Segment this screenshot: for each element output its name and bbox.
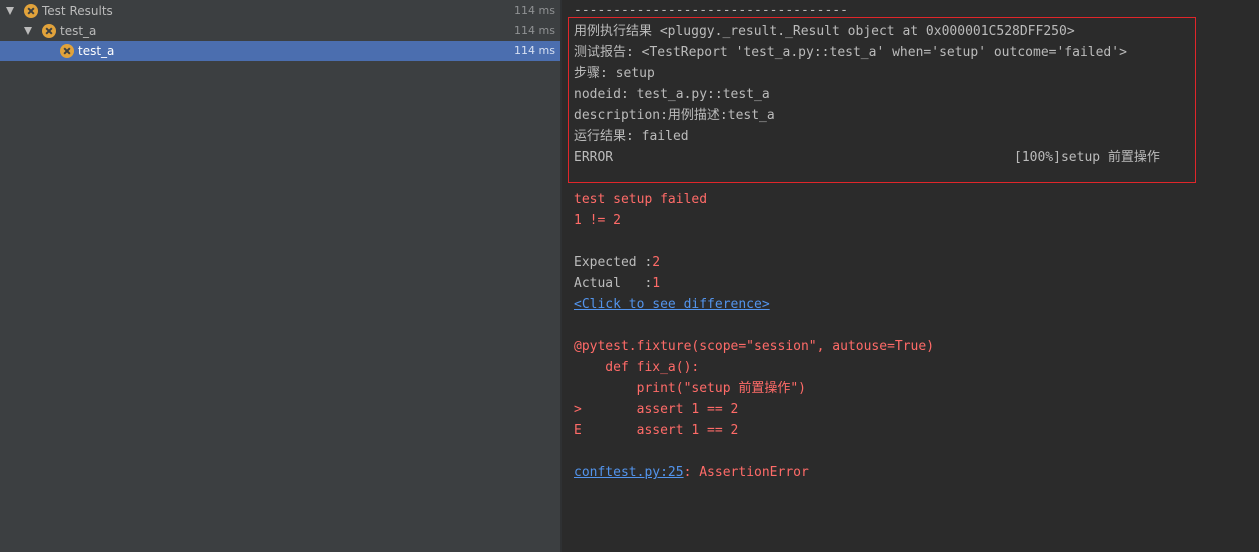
- code-line: print("setup 前置操作"): [574, 381, 807, 396]
- report-line: description:用例描述:test_a: [574, 108, 775, 123]
- test-tree-panel: Test Results 114 ms test_a 114 ms test_a…: [0, 0, 560, 552]
- actual-line: Actual :1: [574, 273, 660, 294]
- report-line: 测试报告: <TestReport 'test_a.py::test_a' wh…: [574, 45, 1127, 60]
- actual-value: 1: [652, 276, 661, 291]
- test-failed-icon: [60, 44, 74, 58]
- tree-label: test_a: [78, 44, 115, 58]
- tree-label: test_a: [60, 24, 97, 38]
- tree-row-test-results[interactable]: Test Results 114 ms: [0, 1, 560, 21]
- exception-type: : AssertionError: [683, 465, 809, 480]
- console-output: ----------------------------------- 用例执行…: [562, 0, 1259, 552]
- tree-duration: 114 ms: [514, 24, 555, 37]
- tree-row-test-a-case[interactable]: test_a 114 ms: [0, 41, 560, 61]
- error-label: ERROR: [574, 150, 614, 165]
- failure-title: test setup failed: [574, 192, 708, 207]
- compare-line: 1 != 2: [574, 213, 621, 228]
- code-line: > assert 1 == 2: [574, 402, 739, 417]
- report-line: 步骤: setup: [574, 66, 655, 81]
- expected-value: 2: [652, 255, 661, 270]
- report-line: 运行结果: failed: [574, 129, 689, 144]
- code-line: @pytest.fixture(scope="session", autouse…: [574, 339, 935, 354]
- expand-arrow-icon[interactable]: [24, 27, 32, 35]
- diff-link[interactable]: <Click to see difference>: [574, 294, 770, 315]
- expand-arrow-icon[interactable]: [6, 7, 14, 15]
- tree-label: Test Results: [42, 4, 113, 18]
- expected-label: Expected :: [574, 255, 653, 270]
- tree-row-test-a-file[interactable]: test_a 114 ms: [0, 21, 560, 41]
- file-location-link[interactable]: conftest.py:25: [574, 465, 684, 480]
- report-line: nodeid: test_a.py::test_a: [574, 87, 770, 102]
- expected-line: Expected :2: [574, 252, 660, 273]
- actual-label: Actual :: [574, 276, 653, 291]
- test-failed-icon: [24, 4, 38, 18]
- test-failed-icon: [42, 24, 56, 38]
- progress-text: [100%]setup 前置操作: [1014, 150, 1160, 165]
- code-line: E assert 1 == 2: [574, 423, 739, 438]
- tree-duration: 114 ms: [514, 4, 555, 17]
- location-line: conftest.py:25: AssertionError: [574, 462, 809, 483]
- tree-duration: 114 ms: [514, 44, 555, 57]
- code-line: def fix_a():: [574, 360, 700, 375]
- report-line: 用例执行结果 <pluggy._result._Result object at…: [574, 24, 1075, 39]
